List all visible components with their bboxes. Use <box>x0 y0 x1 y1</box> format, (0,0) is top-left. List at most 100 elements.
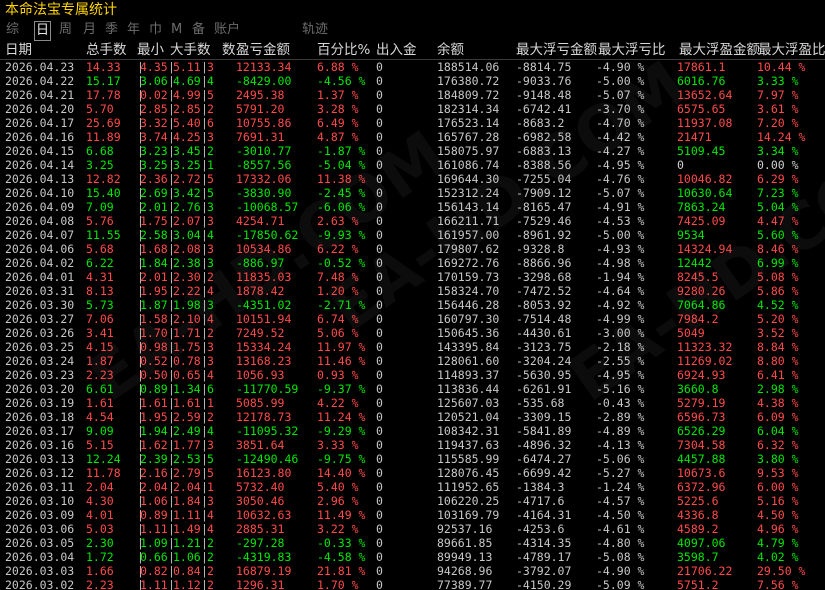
table-row[interactable]: 2026.04.10 15.40 | 2.69 | 3.42 | 5 -3830.90 -2.45… <box>0 186 825 200</box>
table-row[interactable]: 2026.04.01 4.31 | 2.01 | 2.30 | 2 11835.03 7.48 %… <box>0 270 825 284</box>
tab-magic[interactable]: M <box>171 21 182 39</box>
tab-symbol[interactable]: 巾 <box>149 21 162 39</box>
col-max-float-gain-ratio[interactable]: 最大浮盈比 <box>758 41 825 59</box>
table-row[interactable]: 2026.04.07 11.55 | 2.58 | 3.04 | 4 -17850.62 -9.9… <box>0 228 825 242</box>
row-date: 2026.03.13 <box>5 452 75 466</box>
table-row[interactable]: 2026.04.08 5.76 | 1.75 | 2.07 | 3 4254.71 2.63 % 0… <box>0 214 825 228</box>
tab-summary[interactable]: 综 <box>6 21 19 39</box>
table-row[interactable]: 2026.04.13 12.82 | 2.36 | 2.72 | 5 17332.06 11.38… <box>0 172 825 186</box>
tab-quarterly[interactable]: 季 <box>105 21 118 39</box>
row-count: 5 <box>207 466 214 480</box>
table-row[interactable]: 2026.03.16 5.15 | 1.62 | 1.77 | 3 3851.64 3.33 % 0… <box>0 438 825 452</box>
window-title: 本命法宝专属统计 <box>5 2 117 18</box>
table-row[interactable]: 2026.03.25 4.15 | 0.98 | 1.75 | 3 15334.24 11.97 … <box>0 340 825 354</box>
row-max-lots: 2.53 <box>173 452 201 466</box>
row-profit: 7249.52 <box>236 326 285 340</box>
col-balance[interactable]: 余额 <box>437 41 464 59</box>
row-count: 2 <box>207 326 214 340</box>
table-row[interactable]: 2026.03.27 7.06 | 1.58 | 2.10 | 4 10151.94 6.74 %… <box>0 312 825 326</box>
table-row[interactable]: 2026.03.18 4.54 | 1.95 | 2.59 | 2 12178.73 11.24 … <box>0 410 825 424</box>
table-row[interactable]: 2026.03.04 1.72 | 0.66 | 1.06 | 2 -4319.83 -4.58 … <box>0 550 825 564</box>
table-row[interactable]: 2026.04.14 3.25 | 3.25 | 3.25 | 1 -8557.56 -5.04 … <box>0 158 825 172</box>
row-max-float-loss-ratio: -3.70 % <box>596 102 645 116</box>
row-total-lots: 1.61 <box>86 396 114 410</box>
table-row[interactable]: 2026.03.24 1.87 | 0.52 | 0.78 | 3 13168.23 11.46 … <box>0 354 825 368</box>
table-row[interactable]: 2026.04.22 15.17 | 3.06 | 4.69 | 4 -8429.00 -4.56… <box>0 74 825 88</box>
row-min-lots: 1.75 <box>140 214 168 228</box>
row-date: 2026.03.09 <box>5 508 75 522</box>
row-total-lots: 11.55 <box>86 228 121 242</box>
table-row[interactable]: 2026.03.26 3.41 | 1.70 | 1.71 | 2 7249.52 5.06 % 0… <box>0 326 825 340</box>
col-max-float-loss-ratio[interactable]: 最大浮亏比 <box>598 41 666 59</box>
row-total-lots: 15.17 <box>86 74 121 88</box>
col-percent[interactable]: 百分比% <box>317 41 370 59</box>
table-row[interactable]: 2026.03.31 8.13 | 1.95 | 2.22 | 4 1878.42 1.20 % 0… <box>0 284 825 298</box>
table-row[interactable]: 2026.04.16 11.89 | 3.74 | 4.25 | 3 7691.31 4.87 %… <box>0 130 825 144</box>
col-deposit-withdraw[interactable]: 出入金 <box>376 41 417 59</box>
table-row[interactable]: 2026.03.23 2.23 | 0.50 | 0.65 | 4 1056.93 0.93 % 0… <box>0 368 825 382</box>
table-row[interactable]: 2026.03.13 12.24 | 2.39 | 2.53 | 5 -12490.46 -9.7… <box>0 452 825 466</box>
row-percent: -2.71 % <box>317 298 366 312</box>
table-row[interactable]: 2026.03.17 9.09 | 1.94 | 2.49 | 4 -11095.32 -9.29… <box>0 424 825 438</box>
table-row[interactable]: 2026.03.10 4.30 | 1.06 | 1.84 | 3 3050.46 2.96 % 0… <box>0 494 825 508</box>
row-max-float-loss-amount: -1384.3 <box>516 480 565 494</box>
table-row[interactable]: 2026.03.02 2.23 | 1.11 | 1.12 | 2 1296.31 1.70 % 0… <box>0 578 825 590</box>
row-max-lots: 0.65 <box>173 368 201 382</box>
period-tab-bar: 综 日 周 月 季 年 巾 M 备 账户 轨迹 <box>0 21 825 41</box>
table-row[interactable]: 2026.04.02 6.22 | 1.84 | 2.38 | 3 -886.97 -0.52 %… <box>0 256 825 270</box>
row-max-float-loss-ratio: -4.53 % <box>596 214 645 228</box>
table-row[interactable]: 2026.04.09 7.09 | 2.01 | 2.76 | 3 -10068.57 -6.06… <box>0 200 825 214</box>
row-max-float-loss-ratio: -4.57 % <box>596 494 645 508</box>
table-row[interactable]: 2026.04.21 17.78 | 0.02 | 4.99 | 5 2495.38 1.37 %… <box>0 88 825 102</box>
row-count: 2 <box>207 578 214 590</box>
row-max-float-gain-ratio: 4.50 % <box>757 508 799 522</box>
col-min-lots[interactable]: 最小 <box>137 41 164 59</box>
table-row[interactable]: 2026.03.06 5.03 | 1.11 | 1.49 | 4 2885.31 3.22 % 0… <box>0 522 825 536</box>
row-max-float-gain-ratio: 3.80 % <box>757 452 799 466</box>
row-balance: 92537.16 <box>437 522 493 536</box>
col-max-float-loss-amount[interactable]: 最大浮亏金额 <box>516 41 597 59</box>
tab-daily[interactable]: 日 <box>34 21 52 41</box>
table-row[interactable]: 2026.03.20 6.61 | 0.89 | 1.34 | 6 -11770.59 -9.37… <box>0 382 825 396</box>
tab-account[interactable]: 账户 <box>214 21 240 39</box>
col-max-float-gain-amount[interactable]: 最大浮盈金额 <box>679 41 760 59</box>
row-min-lots: 1.87 <box>140 298 168 312</box>
row-max-lots: 0.84 <box>173 564 201 578</box>
col-profit[interactable]: 盈亏金额 <box>236 41 290 59</box>
table-row[interactable]: 2026.03.05 2.30 | 1.09 | 1.21 | 2 -297.28 -0.33 %… <box>0 536 825 550</box>
table-row[interactable]: 2026.03.11 2.04 | 2.04 | 2.04 | 1 5732.40 5.40 % 0… <box>0 480 825 494</box>
row-percent: -9.93 % <box>317 228 366 242</box>
row-max-float-gain-amount: 6526.29 <box>677 424 726 438</box>
row-max-float-gain-amount: 9280.26 <box>677 284 726 298</box>
table-row[interactable]: 2026.03.03 1.66 | 0.82 | 0.84 | 2 16879.19 21.81 … <box>0 564 825 578</box>
table-row[interactable]: 2026.04.06 5.68 | 1.68 | 2.08 | 3 10534.86 6.22 %… <box>0 242 825 256</box>
row-date: 2026.03.31 <box>5 284 75 298</box>
table-row[interactable]: 2026.04.17 25.69 | 3.32 | 5.40 | 6 10755.86 6.49 … <box>0 116 825 130</box>
tab-trajectory[interactable]: 轨迹 <box>302 21 328 39</box>
table-row[interactable]: 2026.03.09 4.01 | 0.89 | 1.11 | 4 10632.63 11.49 … <box>0 508 825 522</box>
row-max-lots: 5.40 <box>173 116 201 130</box>
col-max-lots[interactable]: 大手数 <box>170 41 211 59</box>
col-date[interactable]: 日期 <box>5 41 32 59</box>
row-min-lots: 2.58 <box>140 228 168 242</box>
tab-weekly[interactable]: 周 <box>59 21 72 39</box>
table-row[interactable]: 2026.03.30 5.73 | 1.87 | 1.98 | 3 -4351.02 -2.71 … <box>0 298 825 312</box>
row-profit: -12490.46 <box>236 452 299 466</box>
table-row[interactable]: 2026.03.19 1.61 | 1.61 | 1.61 | 1 5085.99 4.22 % 0… <box>0 396 825 410</box>
tab-monthly[interactable]: 月 <box>83 21 96 39</box>
tab-yearly[interactable]: 年 <box>127 21 140 39</box>
table-row[interactable]: 2026.04.15 6.68 | 3.23 | 3.45 | 2 -3010.77 -1.87 … <box>0 144 825 158</box>
row-percent: 7.48 % <box>317 270 359 284</box>
col-count[interactable]: 数 <box>222 41 236 59</box>
row-percent: 1.70 % <box>317 578 359 590</box>
col-total-lots[interactable]: 总手数 <box>86 41 127 59</box>
row-count: 4 <box>207 424 214 438</box>
row-profit: 2885.31 <box>236 522 285 536</box>
tab-notes[interactable]: 备 <box>192 21 205 39</box>
table-row[interactable]: 2026.04.23 14.33 | 4.35 | 5.11 | 3 12133.34 6.88 … <box>0 60 825 74</box>
table-row[interactable]: 2026.04.20 5.70 | 2.85 | 2.85 | 2 5791.20 3.28 % 0… <box>0 102 825 116</box>
row-min-lots: 1.62 <box>140 438 168 452</box>
row-total-lots: 7.06 <box>86 312 114 326</box>
table-row[interactable]: 2026.03.12 11.78 | 2.16 | 2.79 | 5 16123.80 14.40… <box>0 466 825 480</box>
row-percent: 1.37 % <box>317 88 359 102</box>
